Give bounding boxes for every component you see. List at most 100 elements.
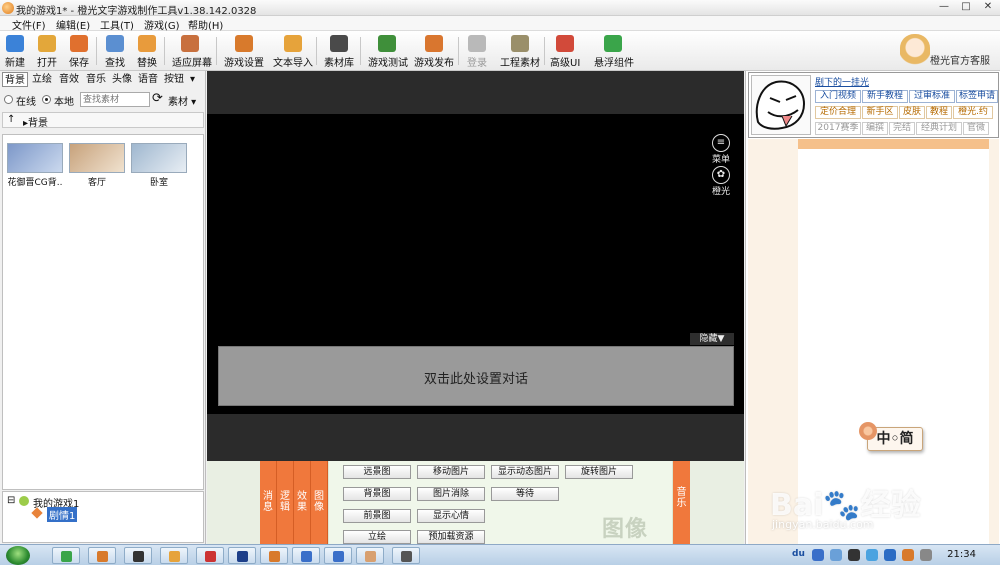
cmd-show-animated-image[interactable]: 显示动态图片 bbox=[491, 465, 559, 479]
asset-thumb-2[interactable]: 卧室 bbox=[131, 143, 187, 189]
replace-button[interactable]: 替换 bbox=[136, 33, 158, 69]
login-button[interactable]: 登录 bbox=[466, 33, 488, 69]
asset-thumb-0[interactable]: 花御晋CG背.. bbox=[7, 143, 63, 189]
tab-more-dropdown[interactable]: ▾ bbox=[188, 72, 197, 87]
cmd-tab-image[interactable]: 图像 bbox=[311, 461, 328, 544]
save-button[interactable]: 保存 bbox=[68, 33, 90, 69]
cmd-preload-resources[interactable]: 预加载资源 bbox=[417, 530, 485, 544]
advanced-ui-button[interactable]: 高级UI bbox=[550, 33, 580, 69]
cmd-move-image[interactable]: 移动图片 bbox=[417, 465, 485, 479]
tab-avatar[interactable]: 头像 bbox=[110, 72, 134, 87]
cmd-distant-view[interactable]: 远景图 bbox=[343, 465, 411, 479]
game-publish-button[interactable]: 游戏发布 bbox=[414, 33, 454, 69]
link-pricing[interactable]: 定价合理 bbox=[815, 106, 861, 119]
taskbar-app-button[interactable] bbox=[124, 547, 152, 564]
link-2017-season[interactable]: 2017赛季 bbox=[815, 122, 861, 135]
taskbar-app-button[interactable] bbox=[228, 547, 256, 564]
taskbar-app-button[interactable] bbox=[196, 547, 224, 564]
cmd-rotate-image[interactable]: 旋转图片 bbox=[565, 465, 633, 479]
cmd-foreground-image[interactable]: 前景图 bbox=[343, 509, 411, 523]
maximize-button[interactable]: □ bbox=[956, 0, 976, 14]
text-import-button[interactable]: 文本导入 bbox=[272, 33, 314, 69]
link-tag-application[interactable]: 标签申请 bbox=[956, 90, 998, 103]
tray-qq-icon[interactable] bbox=[848, 549, 860, 561]
tab-portrait[interactable]: 立绘 bbox=[30, 72, 54, 87]
cmd-tab-music[interactable]: 音乐 bbox=[673, 461, 690, 544]
minimize-button[interactable]: — bbox=[934, 0, 954, 14]
asset-type-dropdown[interactable]: 素材 ▾ bbox=[168, 93, 196, 108]
tree-collapse-toggle[interactable]: ⊟ bbox=[7, 495, 15, 506]
taskbar-app-button[interactable] bbox=[292, 547, 320, 564]
language-badge[interactable]: 中◦简 bbox=[859, 422, 925, 452]
fit-screen-button[interactable]: 适应屏幕 bbox=[172, 33, 212, 69]
tab-background[interactable]: 背景 bbox=[2, 72, 28, 87]
tray-network-icon[interactable] bbox=[830, 549, 842, 561]
taskbar-app-button[interactable] bbox=[356, 547, 384, 564]
stage-menu-button[interactable]: ≡ 菜单 bbox=[709, 134, 733, 165]
link-newbie-area[interactable]: 新手区 bbox=[862, 106, 898, 119]
hide-dialog-toggle[interactable]: 隐藏▼ bbox=[690, 333, 734, 345]
tray-orange-icon[interactable] bbox=[902, 549, 914, 561]
dialog-box[interactable]: 双击此处设置对话 bbox=[218, 346, 734, 406]
taskbar-app-button[interactable] bbox=[52, 547, 80, 564]
tray-security-icon[interactable] bbox=[866, 549, 878, 561]
tree-node-plot[interactable]: 剧情1 bbox=[47, 507, 78, 522]
news-headline-link[interactable]: 剧下的一挂光 bbox=[815, 75, 869, 88]
cmd-tab-effect[interactable]: 效果 bbox=[294, 461, 311, 544]
radio-local[interactable] bbox=[42, 95, 51, 104]
open-button[interactable]: 打开 bbox=[36, 33, 58, 69]
link-skin[interactable]: 皮肤 bbox=[899, 106, 925, 119]
link-orange-appointment[interactable]: 橙光.约 bbox=[953, 106, 993, 119]
tab-button[interactable]: 按钮 bbox=[162, 72, 186, 87]
link-classic-plan[interactable]: 经典计划 bbox=[916, 122, 962, 135]
find-button[interactable]: 查找 bbox=[104, 33, 126, 69]
tab-voice[interactable]: 语音 bbox=[136, 72, 160, 87]
close-button[interactable]: ✕ bbox=[978, 0, 998, 14]
tab-sound-effect[interactable]: 音效 bbox=[57, 72, 81, 87]
new-button[interactable]: 新建 bbox=[4, 33, 26, 69]
project-assets-button[interactable]: 工程素材 bbox=[498, 33, 542, 69]
game-settings-button[interactable]: 游戏设置 bbox=[224, 33, 264, 69]
tab-music[interactable]: 音乐 bbox=[84, 72, 108, 87]
support-widget[interactable]: 橙光官方客服 bbox=[900, 34, 992, 68]
menu-file[interactable]: 文件(F) bbox=[12, 17, 46, 32]
asset-library-button[interactable]: 素材库 bbox=[324, 33, 354, 69]
cmd-portrait[interactable]: 立绘 bbox=[343, 530, 411, 544]
cmd-erase-image[interactable]: 图片消除 bbox=[417, 487, 485, 501]
link-official-weibo[interactable]: 官微 bbox=[963, 122, 989, 135]
taskbar-app-button[interactable] bbox=[260, 547, 288, 564]
cmd-tab-logic[interactable]: 逻辑 bbox=[277, 461, 294, 544]
menu-game[interactable]: 游戏(G) bbox=[144, 17, 180, 32]
tray-baidu-icon[interactable]: du bbox=[792, 549, 805, 559]
link-intro-video[interactable]: 入门视频 bbox=[815, 90, 861, 103]
taskbar-app-button[interactable] bbox=[88, 547, 116, 564]
tray-shield-icon[interactable] bbox=[884, 549, 896, 561]
radio-online[interactable] bbox=[4, 95, 13, 104]
asset-thumb-1[interactable]: 客厅 bbox=[69, 143, 125, 189]
taskbar-app-button[interactable] bbox=[392, 547, 420, 564]
stage-orange-button[interactable]: ✿ 橙光 bbox=[709, 166, 733, 197]
link-beginner-tutorial[interactable]: 新手教程 bbox=[862, 90, 908, 103]
game-test-button[interactable]: 游戏测试 bbox=[368, 33, 408, 69]
link-compile[interactable]: 编撰 bbox=[862, 122, 888, 135]
refresh-icon[interactable]: ⟳ bbox=[152, 91, 163, 106]
start-button[interactable] bbox=[6, 546, 30, 565]
taskbar-app-button[interactable] bbox=[160, 547, 188, 564]
asset-search-input[interactable] bbox=[80, 92, 150, 107]
link-review-standard[interactable]: 过审标准 bbox=[909, 90, 955, 103]
menu-help[interactable]: 帮助(H) bbox=[188, 17, 223, 32]
menu-tools[interactable]: 工具(T) bbox=[100, 17, 134, 32]
link-finished[interactable]: 完结 bbox=[889, 122, 915, 135]
link-tutorial[interactable]: 教程 bbox=[926, 106, 952, 119]
menu-edit[interactable]: 编辑(E) bbox=[56, 17, 90, 32]
taskbar-app-button[interactable] bbox=[324, 547, 352, 564]
up-arrow-icon[interactable]: ↑ bbox=[7, 114, 15, 125]
cmd-wait[interactable]: 等待 bbox=[491, 487, 559, 501]
cmd-background-image[interactable]: 背景图 bbox=[343, 487, 411, 501]
path-bar: ↑ ▸背景 bbox=[2, 112, 204, 129]
tray-help-icon[interactable] bbox=[812, 549, 824, 561]
floating-widget-button[interactable]: 悬浮组件 bbox=[594, 33, 634, 69]
cmd-tab-message[interactable]: 消息 bbox=[260, 461, 277, 544]
cmd-show-mood[interactable]: 显示心情 bbox=[417, 509, 485, 523]
tray-volume-icon[interactable] bbox=[920, 549, 932, 561]
